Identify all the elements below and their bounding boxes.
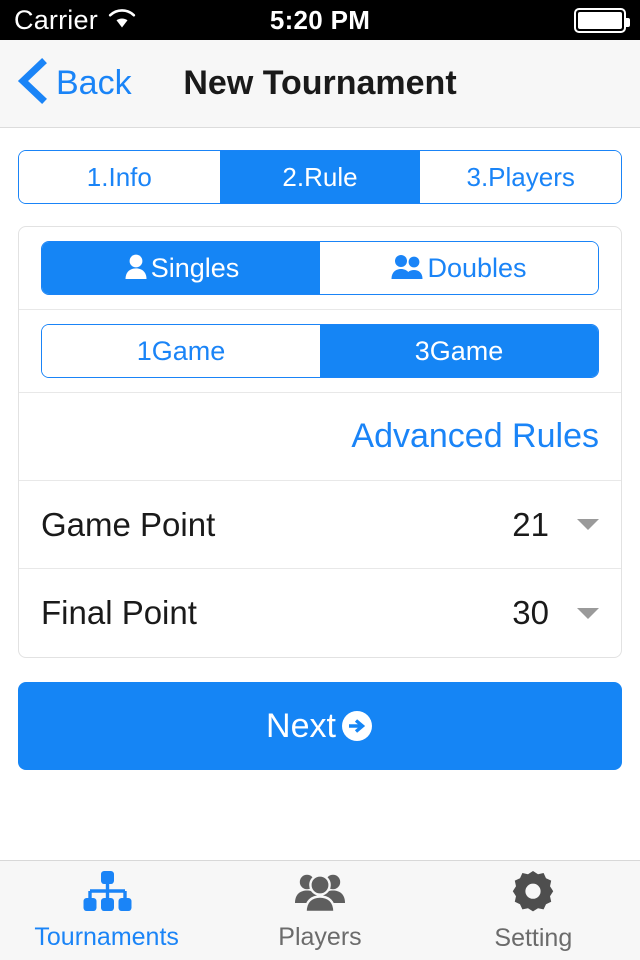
game-count-segmented-control: 1Game 3Game (41, 324, 599, 378)
step-segmented-control: 1.Info 2.Rule 3.Players (18, 150, 622, 204)
game-count-row: 1Game 3Game (19, 310, 621, 393)
final-point-row[interactable]: Final Point 30 (19, 569, 621, 657)
page-content: 1.Info 2.Rule 3.Players Singles Doubles … (0, 150, 640, 770)
match-type-row: Singles Doubles (19, 227, 621, 310)
status-bar: Carrier 5:20 PM (0, 0, 640, 40)
tab-tournaments[interactable]: Tournaments (0, 861, 213, 960)
back-button[interactable]: Back (16, 58, 132, 109)
tab-players[interactable]: Players (213, 861, 426, 960)
app-screen: Carrier 5:20 PM Back New Tournament 1.In… (0, 0, 640, 960)
game-point-row[interactable]: Game Point 21 (19, 481, 621, 569)
tab-bar: Tournaments Players Setting (0, 860, 640, 960)
carrier-label: Carrier (14, 4, 98, 35)
step-tab-players[interactable]: 3.Players (420, 151, 621, 203)
nav-bar: Back New Tournament (0, 40, 640, 128)
tab-tournaments-label: Tournaments (34, 922, 179, 951)
match-type-singles-label: Singles (150, 252, 240, 283)
tab-setting-label: Setting (494, 923, 573, 952)
gear-icon (510, 869, 556, 920)
game-count-3game-option[interactable]: 3Game (320, 325, 598, 377)
final-point-value: 30 (512, 594, 549, 631)
match-type-singles-option[interactable]: Singles (42, 242, 320, 294)
tab-players-label: Players (278, 922, 362, 951)
tab-setting[interactable]: Setting (427, 861, 640, 960)
game-point-label: Game Point (41, 505, 216, 543)
battery-icon (574, 7, 630, 33)
caret-down-icon[interactable] (577, 519, 599, 530)
match-type-segmented-control: Singles Doubles (41, 241, 599, 295)
arrow-circle-right-icon (340, 709, 374, 743)
next-button[interactable]: Next (18, 682, 622, 770)
caret-down-icon[interactable] (577, 607, 599, 619)
two-person-icon (391, 253, 425, 284)
status-bar-left: Carrier (14, 5, 137, 36)
advanced-rules-link[interactable]: Advanced Rules (351, 417, 599, 456)
status-bar-right (574, 7, 630, 33)
final-point-label: Final Point (41, 594, 197, 631)
match-type-doubles-option[interactable]: Doubles (320, 242, 598, 294)
wifi-icon (107, 7, 137, 34)
advanced-rules-row: Advanced Rules (19, 393, 621, 481)
chevron-left-icon (16, 58, 48, 109)
group-people-icon (293, 870, 347, 919)
back-label: Back (56, 64, 132, 102)
next-button-label: Next (266, 706, 336, 745)
single-person-icon (123, 253, 149, 284)
game-count-1game-option[interactable]: 1Game (42, 325, 320, 377)
game-point-value: 21 (512, 505, 549, 543)
rules-card: Singles Doubles 1Game 3Game Advanced Rul… (18, 226, 622, 658)
sitemap-icon (81, 870, 133, 919)
match-type-doubles-label: Doubles (427, 252, 527, 283)
step-tab-rule[interactable]: 2.Rule (219, 151, 421, 203)
step-tab-info[interactable]: 1.Info (19, 151, 220, 203)
